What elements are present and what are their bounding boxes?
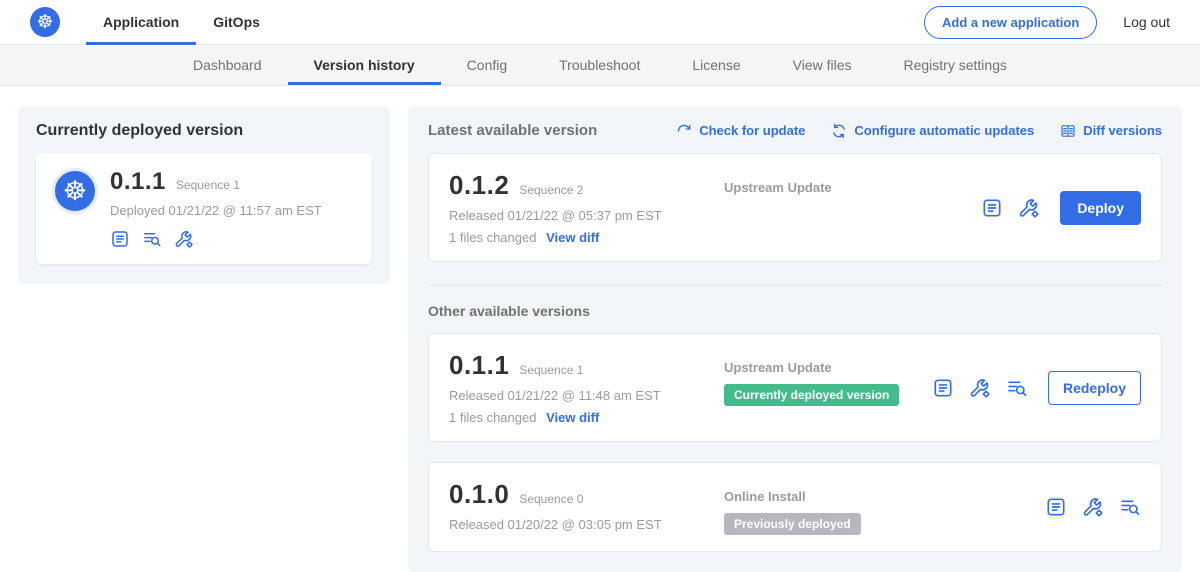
release-notes-icon[interactable] — [110, 229, 130, 249]
currently-deployed-title: Currently deployed version — [36, 122, 372, 140]
version-number: 0.1.2 — [449, 170, 509, 201]
version-card-0-1-0: 0.1.0 Sequence 0 Released 01/20/22 @ 03:… — [428, 462, 1162, 552]
config-icon[interactable] — [174, 229, 194, 249]
check-for-update-label: Check for update — [699, 123, 805, 138]
subnav-config[interactable]: Config — [441, 45, 533, 85]
diff-versions-link[interactable]: Diff versions — [1060, 123, 1162, 139]
app-logo-icon: ☸ — [52, 168, 98, 214]
top-tabs: Application GitOps — [86, 0, 277, 45]
released-timestamp: Released 01/21/22 @ 11:48 am EST — [449, 388, 724, 403]
version-source: Upstream Update — [724, 170, 981, 245]
sequence-label: Sequence 1 — [519, 363, 583, 377]
files-changed-label: 1 files changed — [449, 410, 536, 425]
source-label: Upstream Update — [724, 360, 932, 375]
app-subnav: Dashboard Version history Config Trouble… — [0, 45, 1200, 86]
release-notes-icon[interactable] — [1045, 496, 1067, 518]
version-source: Online Install Previously deployed — [724, 479, 1045, 535]
released-timestamp: Released 01/21/22 @ 05:37 pm EST — [449, 208, 724, 223]
preflight-checks-icon[interactable] — [142, 229, 162, 249]
version-card-0-1-1: 0.1.1 Sequence 1 Released 01/21/22 @ 11:… — [428, 333, 1162, 442]
deployed-version-card: ☸ 0.1.1 Sequence 1 Deployed 01/21/22 @ 1… — [36, 153, 372, 264]
redeploy-button[interactable]: Redeploy — [1048, 371, 1141, 405]
other-versions-title: Other available versions — [428, 303, 1162, 319]
kubernetes-logo-icon: ☸ — [30, 7, 60, 37]
version-number: 0.1.1 — [449, 350, 509, 381]
diff-versions-label: Diff versions — [1083, 123, 1162, 138]
subnav-license[interactable]: License — [666, 45, 766, 85]
subnav-dashboard[interactable]: Dashboard — [167, 45, 288, 85]
available-actions: Check for update Configure automatic upd… — [676, 123, 1162, 139]
config-icon[interactable] — [1082, 496, 1104, 518]
version-actions: Redeploy — [932, 371, 1141, 405]
files-changed-label: 1 files changed — [449, 230, 536, 245]
currently-deployed-badge: Currently deployed version — [724, 384, 899, 406]
section-divider — [428, 284, 1162, 285]
preflight-checks-icon[interactable] — [1119, 496, 1141, 518]
sequence-label: Sequence 2 — [519, 183, 583, 197]
release-notes-icon[interactable] — [932, 377, 954, 399]
main-content: Currently deployed version ☸ 0.1.1 Seque… — [0, 86, 1200, 572]
deployed-version-number: 0.1.1 — [110, 168, 166, 196]
header-right: Add a new application Log out — [924, 6, 1170, 39]
currently-deployed-panel: Currently deployed version ☸ 0.1.1 Seque… — [18, 106, 390, 284]
kubernetes-wheel-glyph: ☸ — [36, 13, 53, 32]
deployed-sequence-label: Sequence 1 — [176, 178, 240, 192]
config-icon[interactable] — [969, 377, 991, 399]
config-icon[interactable] — [1018, 197, 1040, 219]
check-for-update-link[interactable]: Check for update — [676, 123, 805, 139]
logout-link[interactable]: Log out — [1123, 14, 1170, 30]
tab-application[interactable]: Application — [86, 0, 196, 45]
version-number: 0.1.0 — [449, 479, 509, 510]
refresh-icon — [676, 123, 692, 139]
deployed-action-icons — [110, 229, 322, 249]
subnav-troubleshoot[interactable]: Troubleshoot — [533, 45, 666, 85]
configure-automatic-updates-label: Configure automatic updates — [854, 123, 1034, 138]
version-info: 0.1.0 Sequence 0 Released 01/20/22 @ 03:… — [449, 479, 724, 535]
view-diff-link[interactable]: View diff — [546, 230, 599, 245]
preflight-checks-icon[interactable] — [1006, 377, 1028, 399]
version-actions: Deploy — [981, 191, 1141, 225]
tab-gitops[interactable]: GitOps — [196, 0, 277, 45]
version-info: 0.1.1 Sequence 1 Released 01/21/22 @ 11:… — [449, 350, 724, 425]
top-header: ☸ Application GitOps Add a new applicati… — [0, 0, 1200, 45]
source-label: Upstream Update — [724, 180, 981, 195]
version-card-latest: 0.1.2 Sequence 2 Released 01/21/22 @ 05:… — [428, 153, 1162, 262]
kubernetes-wheel-glyph: ☸ — [63, 178, 87, 205]
subnav-view-files[interactable]: View files — [767, 45, 878, 85]
deploy-button[interactable]: Deploy — [1060, 191, 1141, 225]
latest-available-title: Latest available version — [428, 122, 597, 139]
version-actions — [1045, 496, 1141, 518]
released-timestamp: Released 01/20/22 @ 03:05 pm EST — [449, 517, 724, 532]
subnav-version-history[interactable]: Version history — [288, 45, 441, 85]
files-changed-row: 1 files changed View diff — [449, 410, 724, 425]
source-label: Online Install — [724, 489, 1045, 504]
configure-automatic-updates-link[interactable]: Configure automatic updates — [831, 123, 1034, 139]
available-header: Latest available version Check for updat… — [428, 122, 1162, 139]
deployed-timestamp: Deployed 01/21/22 @ 11:57 am EST — [110, 203, 322, 218]
diff-columns-icon — [1060, 123, 1076, 139]
files-changed-row: 1 files changed View diff — [449, 230, 724, 245]
subnav-registry-settings[interactable]: Registry settings — [878, 45, 1033, 85]
available-versions-panel: Latest available version Check for updat… — [408, 106, 1182, 572]
version-source: Upstream Update Currently deployed versi… — [724, 350, 932, 425]
sequence-label: Sequence 0 — [519, 492, 583, 506]
release-notes-icon[interactable] — [981, 197, 1003, 219]
view-diff-link[interactable]: View diff — [546, 410, 599, 425]
auto-update-icon — [831, 123, 847, 139]
add-application-button[interactable]: Add a new application — [924, 6, 1097, 39]
previously-deployed-badge: Previously deployed — [724, 513, 861, 535]
version-info: 0.1.2 Sequence 2 Released 01/21/22 @ 05:… — [449, 170, 724, 245]
deployed-version-info: 0.1.1 Sequence 1 Deployed 01/21/22 @ 11:… — [110, 168, 322, 249]
